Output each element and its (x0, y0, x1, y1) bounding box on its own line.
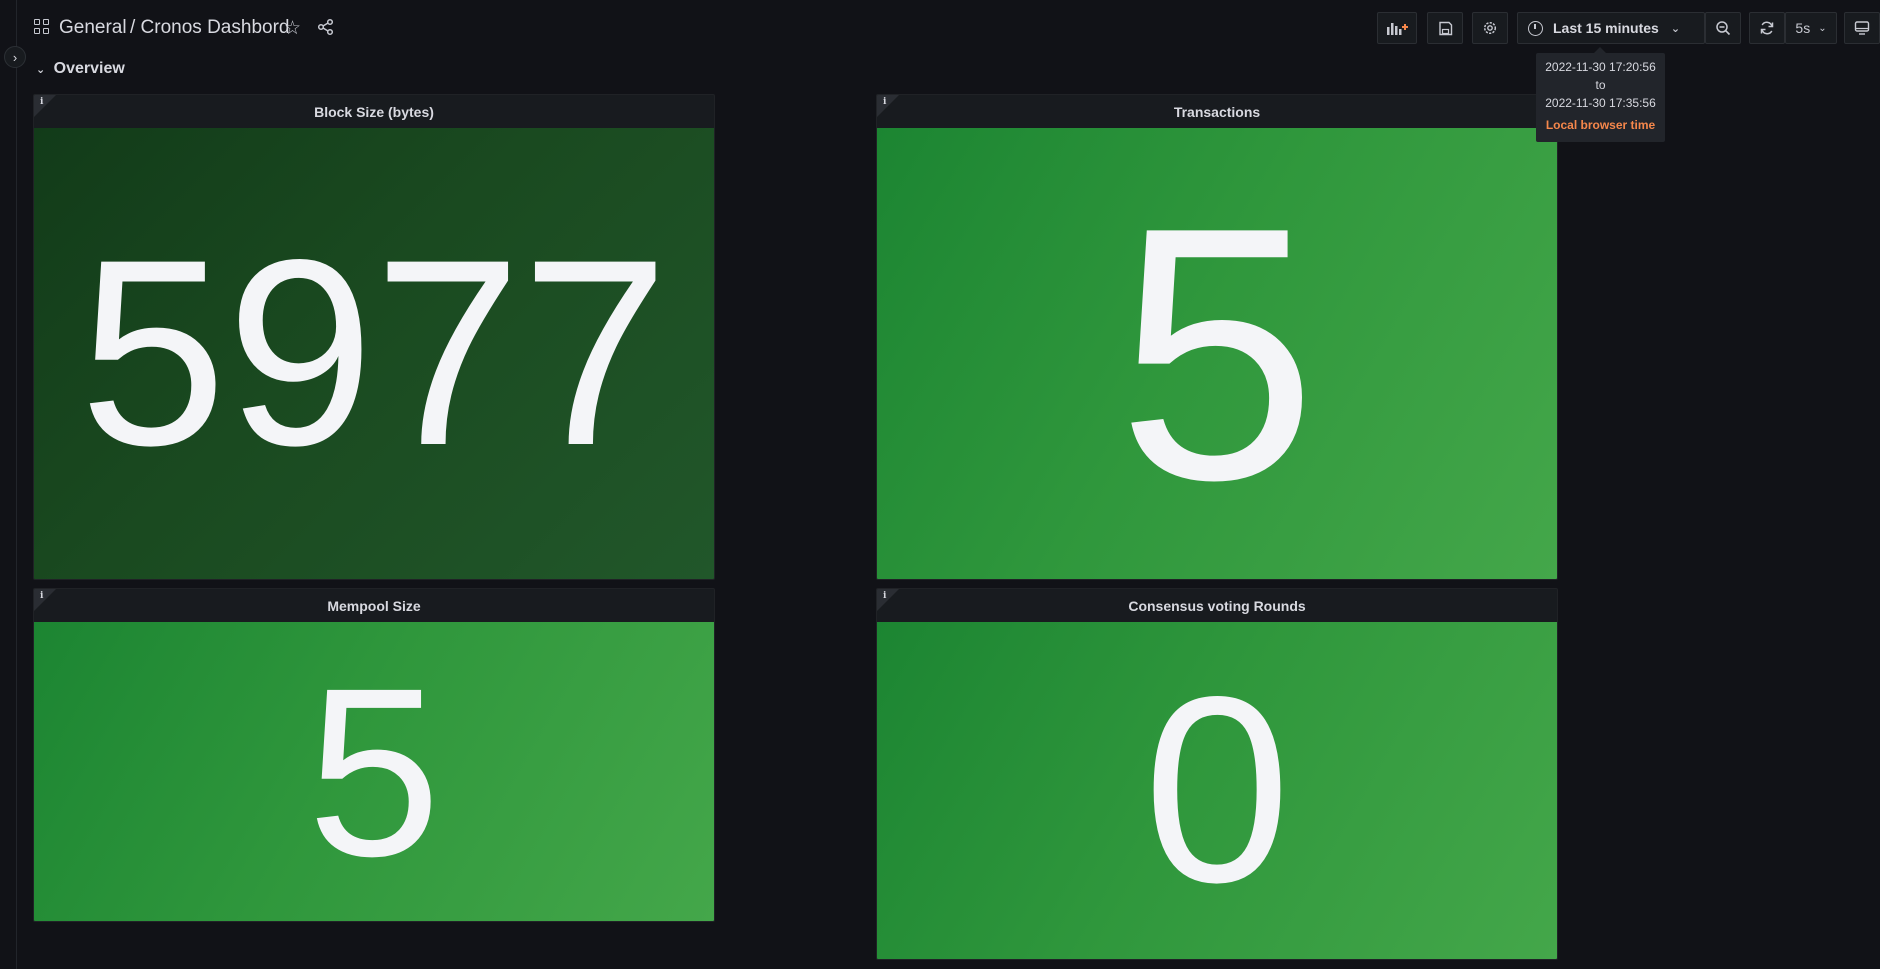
stat-value: 0 (1143, 642, 1291, 938)
refresh-button[interactable] (1749, 12, 1785, 44)
stat-value: 5 (307, 637, 441, 906)
stat-value-area: 5 (877, 128, 1557, 579)
time-range-label: Last 15 minutes (1553, 20, 1659, 36)
save-icon (1438, 21, 1452, 35)
left-rail (0, 0, 17, 969)
expand-sidebar-button[interactable]: › (4, 46, 26, 68)
refresh-interval-label: 5s (1795, 20, 1811, 36)
stat-value-area: 5 (34, 622, 714, 921)
zoom-out-icon (1716, 21, 1731, 36)
panel-title: Transactions (1173, 103, 1261, 120)
breadcrumb-dashboard-title[interactable]: / Cronos Dashbord (130, 17, 289, 39)
refresh-icon (1760, 21, 1774, 35)
grid-icon[interactable] (34, 19, 50, 35)
gear-icon (1483, 21, 1497, 35)
stat-value: 5 (1116, 152, 1318, 555)
chevron-down-icon: ⌄ (1818, 22, 1827, 34)
monitor-icon (1854, 21, 1870, 35)
panel-title: Consensus voting Rounds (1128, 597, 1306, 614)
stat-value-area: 0 (877, 622, 1557, 959)
info-icon[interactable]: i (877, 95, 899, 117)
share-icon[interactable] (317, 18, 335, 36)
panel-block-size[interactable]: i Block Size (bytes) 5977 (33, 94, 715, 580)
stat-value: 5977 (79, 205, 669, 501)
panel-header[interactable]: i Consensus voting Rounds (877, 589, 1557, 622)
chevron-right-icon: › (12, 49, 18, 65)
panel-mempool-size[interactable]: i Mempool Size 5 (33, 588, 715, 922)
stat-value-area: 5977 (34, 128, 714, 579)
tooltip-timezone: Local browser time (1545, 118, 1656, 132)
tooltip-to-word: to (1595, 78, 1606, 92)
info-icon[interactable]: i (34, 95, 56, 117)
zoom-out-button[interactable] (1705, 12, 1741, 44)
info-icon[interactable]: i (34, 589, 56, 611)
row-header-overview[interactable]: ⌄ Overview (36, 60, 125, 78)
time-range-picker[interactable]: Last 15 minutes ⌄ (1517, 12, 1705, 44)
tv-mode-button[interactable] (1844, 12, 1880, 44)
clock-icon (1528, 20, 1543, 36)
add-panel-icon (1387, 23, 1408, 35)
panel-title: Block Size (bytes) (314, 103, 434, 120)
star-icon[interactable]: ☆ (284, 17, 301, 40)
panel-consensus-voting-rounds[interactable]: i Consensus voting Rounds 0 (876, 588, 1558, 960)
save-dashboard-button[interactable] (1427, 12, 1463, 44)
info-icon[interactable]: i (877, 589, 899, 611)
panel-title: Mempool Size (327, 597, 421, 614)
panel-header[interactable]: i Transactions (877, 95, 1557, 128)
panel-header[interactable]: i Mempool Size (34, 589, 714, 622)
chevron-down-icon: ⌄ (1670, 22, 1681, 35)
panel-header[interactable]: i Block Size (bytes) (34, 95, 714, 128)
time-range-tooltip: 2022-11-30 17:20:56 to 2022-11-30 17:35:… (1536, 47, 1665, 142)
tooltip-to: 2022-11-30 17:35:56 (1545, 96, 1656, 110)
row-title: Overview (53, 60, 125, 77)
breadcrumb-folder[interactable]: General (59, 17, 127, 39)
add-panel-button[interactable] (1377, 12, 1417, 44)
chevron-down-icon: ⌄ (36, 64, 46, 76)
dashboard-settings-button[interactable] (1472, 12, 1508, 44)
panel-transactions[interactable]: i Transactions 5 (876, 94, 1558, 580)
refresh-interval-picker[interactable]: 5s ⌄ (1785, 12, 1837, 44)
tooltip-from: 2022-11-30 17:20:56 (1545, 60, 1656, 74)
